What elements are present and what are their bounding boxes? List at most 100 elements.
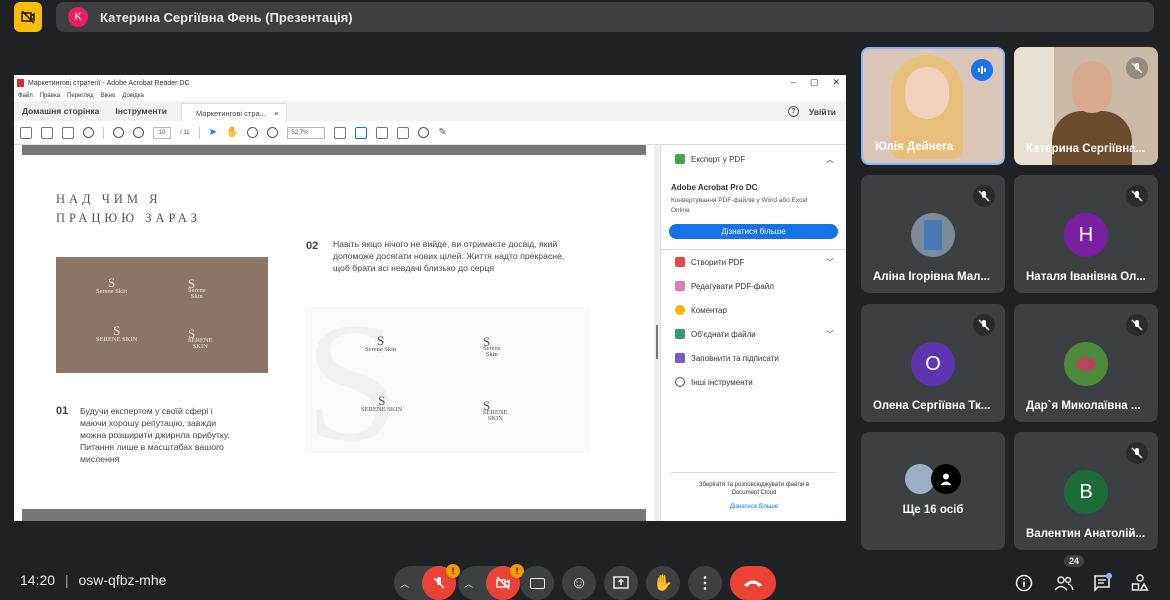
present-screen-button[interactable] bbox=[604, 566, 638, 600]
slide-heading: НАД ЧИМ Я ПРАЦЮЮ ЗАРАЗ bbox=[56, 190, 256, 228]
tool-create-pdf[interactable]: Створити PDF ﹀ bbox=[661, 250, 846, 274]
avatar: Н bbox=[1064, 213, 1108, 257]
tool-label: Коментар bbox=[691, 305, 727, 315]
pen-icon[interactable]: ✎ bbox=[438, 127, 446, 138]
chat-button[interactable] bbox=[1090, 571, 1114, 595]
export-pdf-header[interactable]: Експорт у PDF ︿ bbox=[661, 145, 846, 173]
presenter-title: Катерина Сергіївна Фень (Презентація) bbox=[100, 9, 353, 25]
prev-page-icon[interactable] bbox=[113, 127, 124, 138]
email-icon[interactable] bbox=[62, 126, 74, 139]
people-button[interactable]: 24 bbox=[1050, 555, 1085, 595]
participant-face bbox=[1072, 61, 1112, 113]
next-page-icon[interactable] bbox=[133, 127, 144, 138]
logo-5: S Serene Skin bbox=[365, 333, 397, 353]
tool-more-tools[interactable]: Інші інструменти bbox=[661, 370, 846, 394]
window-titlebar: Маркетингові стратегії - Adobe Acrobat R… bbox=[14, 75, 846, 91]
chevron-down-icon[interactable]: ﹀ bbox=[826, 329, 834, 340]
select-tool-icon[interactable]: ➤ bbox=[209, 127, 217, 138]
tools-pane: Експорт у PDF ︿ Adobe Acrobat Pro DC Кон… bbox=[660, 145, 846, 521]
footer-learn-more-link[interactable]: Дізнатися більше bbox=[661, 503, 846, 511]
signin-button[interactable]: Увійти bbox=[809, 107, 836, 117]
promo-block: Adobe Acrobat Pro DC Конвертування PDF-ф… bbox=[661, 173, 846, 216]
mic-off-icon bbox=[973, 185, 995, 207]
tab-home[interactable]: Домашня сторінка bbox=[14, 106, 107, 121]
help-icon[interactable]: ? bbox=[787, 106, 799, 117]
presenter-avatar: K bbox=[68, 7, 88, 27]
participant-tile-5[interactable]: О Олена Сергіївна Тк... bbox=[861, 304, 1005, 422]
speaking-indicator-icon bbox=[971, 59, 993, 81]
participant-tile-1[interactable]: Юлія Дейнега bbox=[861, 47, 1005, 165]
tool-combine-files[interactable]: Об'єднати файли ﹀ bbox=[661, 322, 846, 346]
page-number-input[interactable]: 10 bbox=[153, 126, 171, 139]
scrollbar-thumb[interactable] bbox=[656, 325, 658, 359]
participant-tile-8[interactable]: В Валентин Анатолій... bbox=[1014, 432, 1158, 550]
read-mode-icon[interactable] bbox=[397, 126, 410, 139]
activities-button[interactable] bbox=[1128, 571, 1152, 595]
learn-more-button[interactable]: Дізнатися більше bbox=[669, 224, 838, 239]
tool-edit-pdf[interactable]: Редагувати PDF-файл bbox=[661, 274, 846, 298]
page-gap-top bbox=[22, 145, 646, 155]
logo-2: S Serene Skin bbox=[188, 276, 206, 300]
zoom-select[interactable]: 52,7% bbox=[287, 126, 326, 139]
camera-control[interactable]: ︿ ! bbox=[458, 564, 524, 600]
tool-comment[interactable]: Коментар bbox=[661, 298, 846, 322]
participant-tile-2[interactable]: Катерина Сергіївна... bbox=[1014, 47, 1158, 165]
chevron-down-icon[interactable]: ﹀ bbox=[826, 257, 834, 268]
hand-tool-icon[interactable]: ✋ bbox=[226, 127, 238, 138]
pdf-icon bbox=[17, 79, 24, 87]
avatar bbox=[1064, 342, 1108, 386]
combine-files-icon bbox=[675, 329, 685, 339]
comment-icon[interactable] bbox=[418, 127, 430, 138]
meeting-details-button[interactable] bbox=[1012, 571, 1036, 595]
tool-fill-sign[interactable]: Заповнити та підписати bbox=[661, 346, 846, 370]
menu-help[interactable]: Довідка bbox=[122, 93, 144, 99]
raise-hand-button[interactable]: ✋ bbox=[646, 566, 680, 600]
participant-name: Валентин Анатолій... bbox=[1026, 528, 1146, 540]
leave-call-button[interactable] bbox=[730, 566, 776, 600]
more-participants-tile[interactable]: Ще 16 осіб bbox=[861, 432, 1005, 550]
zoom-out-icon[interactable] bbox=[247, 127, 259, 138]
menu-view[interactable]: Перегляд bbox=[67, 93, 94, 99]
minimize-icon[interactable]: – bbox=[791, 77, 796, 88]
chevron-up-icon[interactable]: ︿ bbox=[826, 154, 834, 165]
export-pdf-icon bbox=[675, 154, 685, 164]
save-icon[interactable] bbox=[20, 126, 32, 139]
participant-name: Дар`я Миколаївна ... bbox=[1026, 400, 1141, 412]
participant-tile-3[interactable]: Аліна Ігорівна Мал... bbox=[861, 175, 1005, 293]
chevron-up-icon[interactable]: ︿ bbox=[400, 577, 409, 590]
mic-control[interactable]: ︿ ! bbox=[394, 564, 460, 600]
scroll-mode-icon[interactable] bbox=[355, 126, 368, 139]
present-icon bbox=[613, 576, 629, 589]
menu-window[interactable]: Вікно bbox=[101, 93, 116, 99]
document-cloud-footer: Зберігати та розповсюджувати файли в Doc… bbox=[661, 472, 846, 511]
menu-edit[interactable]: Правка bbox=[40, 93, 60, 99]
participant-tile-6[interactable]: Дар`я Миколаївна ... bbox=[1014, 304, 1158, 422]
promo-desc: Конвертування PDF-файлів у Word або Exce… bbox=[671, 197, 808, 214]
tool-label: Створити PDF bbox=[691, 257, 745, 267]
print-icon[interactable] bbox=[41, 126, 53, 139]
close-icon[interactable]: ✕ bbox=[832, 77, 840, 88]
meeting-info: 14:20 | osw-qfbz-mhe bbox=[20, 572, 167, 588]
maximize-icon[interactable]: ▢ bbox=[810, 77, 819, 88]
more-options-button[interactable]: ⋮ bbox=[688, 566, 722, 600]
meeting-code: osw-qfbz-mhe bbox=[78, 572, 167, 588]
more-tools-icon bbox=[675, 377, 685, 387]
fullscreen-icon[interactable] bbox=[376, 126, 389, 139]
window-title: Маркетингові стратегії - Adobe Acrobat R… bbox=[28, 79, 190, 87]
tab-close-icon[interactable]: × bbox=[274, 109, 278, 121]
zoom-in-icon[interactable] bbox=[267, 127, 279, 138]
reactions-button[interactable]: ☺ bbox=[562, 566, 596, 600]
search-icon[interactable] bbox=[83, 127, 94, 138]
item-number-1: 01 bbox=[56, 405, 69, 417]
chevron-up-icon[interactable]: ︿ bbox=[464, 577, 473, 590]
menu-bar: Файл Правка Перегляд Вікно Довідка bbox=[14, 91, 846, 101]
participant-tile-4[interactable]: Н Наталя Іванівна Ол... bbox=[1014, 175, 1158, 293]
logo-4: S SERENE SKIN bbox=[188, 326, 213, 350]
camera-off-icon[interactable] bbox=[14, 2, 42, 32]
captions-button[interactable] bbox=[520, 566, 554, 600]
tab-document[interactable]: Маркетингові стра... × bbox=[180, 103, 288, 121]
fit-page-icon[interactable] bbox=[334, 126, 347, 139]
page-total: / 11 bbox=[180, 129, 190, 136]
menu-file[interactable]: Файл bbox=[18, 93, 33, 99]
tab-tools[interactable]: Інструменти bbox=[107, 106, 175, 121]
